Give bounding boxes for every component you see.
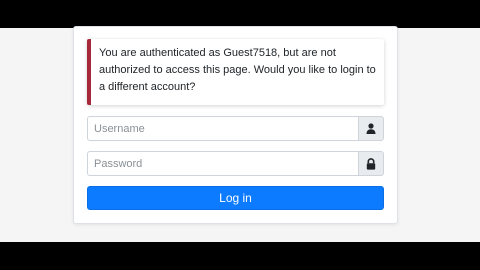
password-input-group [87,151,384,176]
letterbox-top [0,0,480,28]
letterbox-bottom [0,242,480,270]
authorization-alert: You are authenticated as Guest7518, but … [87,39,384,105]
user-icon [358,116,384,141]
lock-icon [358,151,384,176]
alert-message: You are authenticated as Guest7518, but … [99,47,376,93]
username-input-group [87,116,384,141]
password-input[interactable] [87,151,358,176]
username-input[interactable] [87,116,358,141]
login-button[interactable]: Log in [87,186,384,210]
